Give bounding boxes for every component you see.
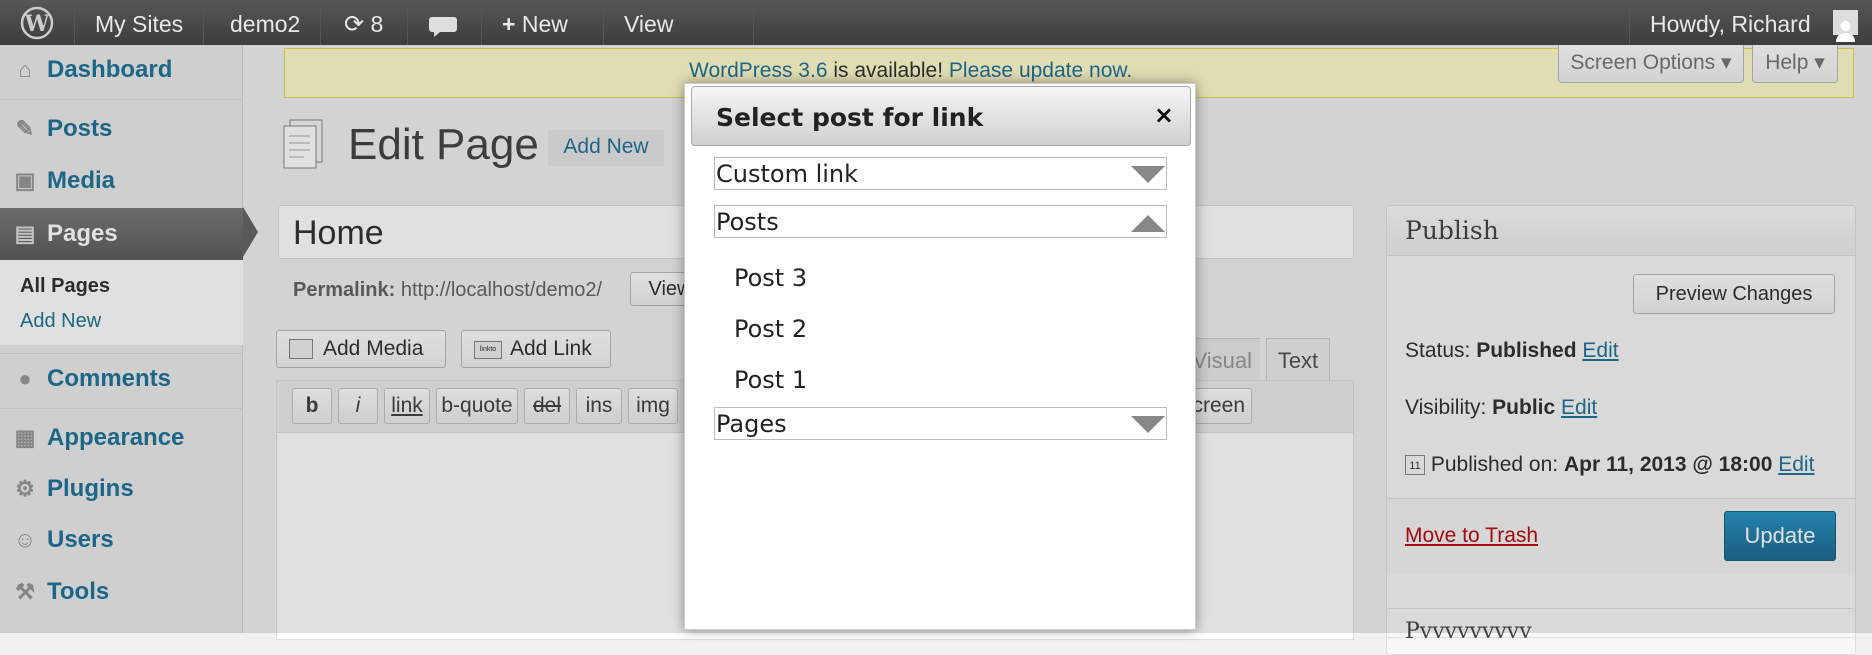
view-page-link[interactable]: View Page (604, 0, 754, 85)
admin-bar: W My Sites demo2 ⟳ 8 + New View Page How… (0, 0, 1872, 85)
posts-section[interactable]: Posts (714, 205, 1167, 238)
comments-menu[interactable] (408, 0, 482, 45)
wordpress-logo-icon[interactable]: W (0, 0, 75, 45)
plus-icon: + (502, 11, 516, 37)
comment-bubble-icon (428, 11, 458, 37)
section-label: Custom link (716, 160, 859, 188)
section-label: Posts (716, 208, 779, 236)
dialog-title: Select post for link (716, 103, 984, 132)
post-item[interactable]: Post 1 (734, 366, 807, 394)
close-icon[interactable]: × (1154, 101, 1174, 129)
site-name-menu[interactable]: demo2 (210, 0, 322, 45)
new-label: New (521, 11, 568, 37)
triangle-up-icon (1131, 215, 1165, 232)
post-item[interactable]: Post 3 (734, 264, 807, 292)
triangle-down-icon (1131, 166, 1165, 183)
post-item[interactable]: Post 2 (734, 315, 807, 343)
avatar (1833, 10, 1858, 42)
my-account-menu[interactable]: Howdy, Richard (1629, 0, 1872, 45)
svg-text:W: W (24, 11, 50, 37)
updates-menu[interactable]: ⟳ 8 (324, 0, 408, 45)
updates-count: 8 (370, 11, 384, 37)
dialog-header: Select post for link × (691, 86, 1191, 146)
pages-section[interactable]: Pages (714, 407, 1167, 440)
new-content-menu[interactable]: + New (482, 0, 604, 45)
select-post-dialog: Select post for link × Custom link Posts… (684, 83, 1196, 630)
my-sites-menu[interactable]: My Sites (75, 0, 205, 45)
custom-link-section[interactable]: Custom link (714, 157, 1167, 190)
section-label: Pages (716, 410, 787, 438)
howdy-text: Howdy, Richard (1650, 11, 1811, 37)
refresh-icon: ⟳ (344, 11, 365, 38)
triangle-down-icon (1131, 416, 1165, 433)
